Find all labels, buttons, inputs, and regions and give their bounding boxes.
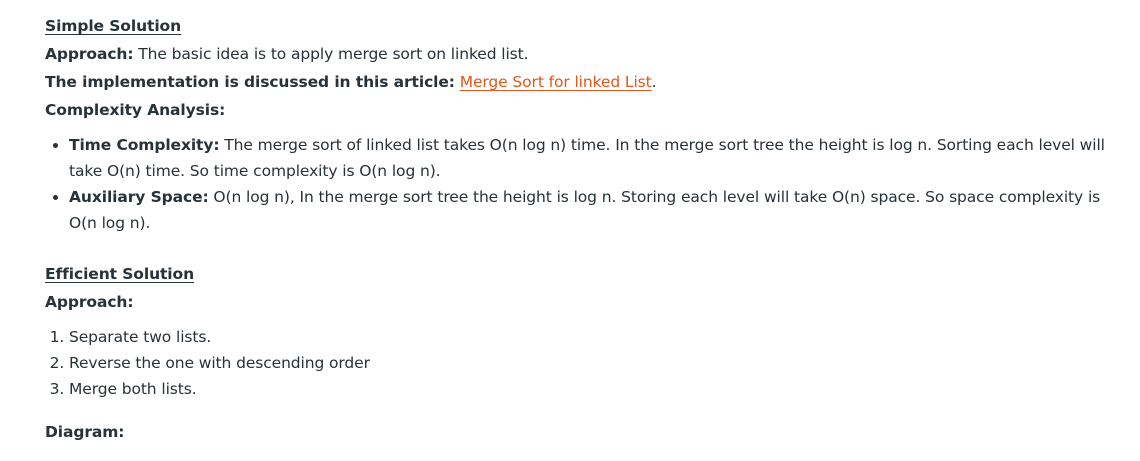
list-item: Separate two lists.	[69, 324, 1105, 350]
complexity-analysis-label: Complexity Analysis:	[45, 101, 226, 119]
list-item: Auxiliary Space: O(n log n), In the merg…	[69, 184, 1105, 236]
implementation-suffix: .	[651, 73, 657, 91]
complexity-list: Time Complexity: The merge sort of linke…	[45, 132, 1105, 236]
implementation-label: The implementation is discussed in this …	[45, 73, 455, 91]
simple-approach-label: Approach:	[45, 45, 134, 63]
efficient-approach-line: Approach:	[45, 288, 1105, 316]
time-complexity-text: The merge sort of linked list takes O(n …	[69, 136, 1105, 180]
time-complexity-label: Time Complexity:	[69, 136, 220, 154]
merge-sort-linked-list-link[interactable]: Merge Sort for linked List	[460, 73, 652, 91]
steps-list: Separate two lists. Reverse the one with…	[45, 324, 1105, 402]
auxiliary-space-text: O(n log n), In the merge sort tree the h…	[69, 188, 1101, 232]
diagram-label-line: Diagram:	[45, 418, 1105, 446]
efficient-approach-label: Approach:	[45, 293, 134, 311]
article-content: Simple Solution Approach: The basic idea…	[0, 0, 1105, 446]
list-item: Merge both lists.	[69, 376, 1105, 402]
implementation-line: The implementation is discussed in this …	[45, 68, 1105, 96]
efficient-solution-heading: Efficient Solution	[45, 265, 195, 283]
simple-solution-heading: Simple Solution	[45, 17, 182, 35]
simple-approach-line: Approach: The basic idea is to apply mer…	[45, 40, 1105, 68]
auxiliary-space-label: Auxiliary Space:	[69, 188, 209, 206]
list-item: Time Complexity: The merge sort of linke…	[69, 132, 1105, 184]
list-item: Reverse the one with descending order	[69, 350, 1105, 376]
diagram-label: Diagram:	[45, 423, 125, 441]
simple-approach-text: The basic idea is to apply merge sort on…	[133, 45, 529, 63]
complexity-analysis-label-line: Complexity Analysis:	[45, 96, 1105, 124]
